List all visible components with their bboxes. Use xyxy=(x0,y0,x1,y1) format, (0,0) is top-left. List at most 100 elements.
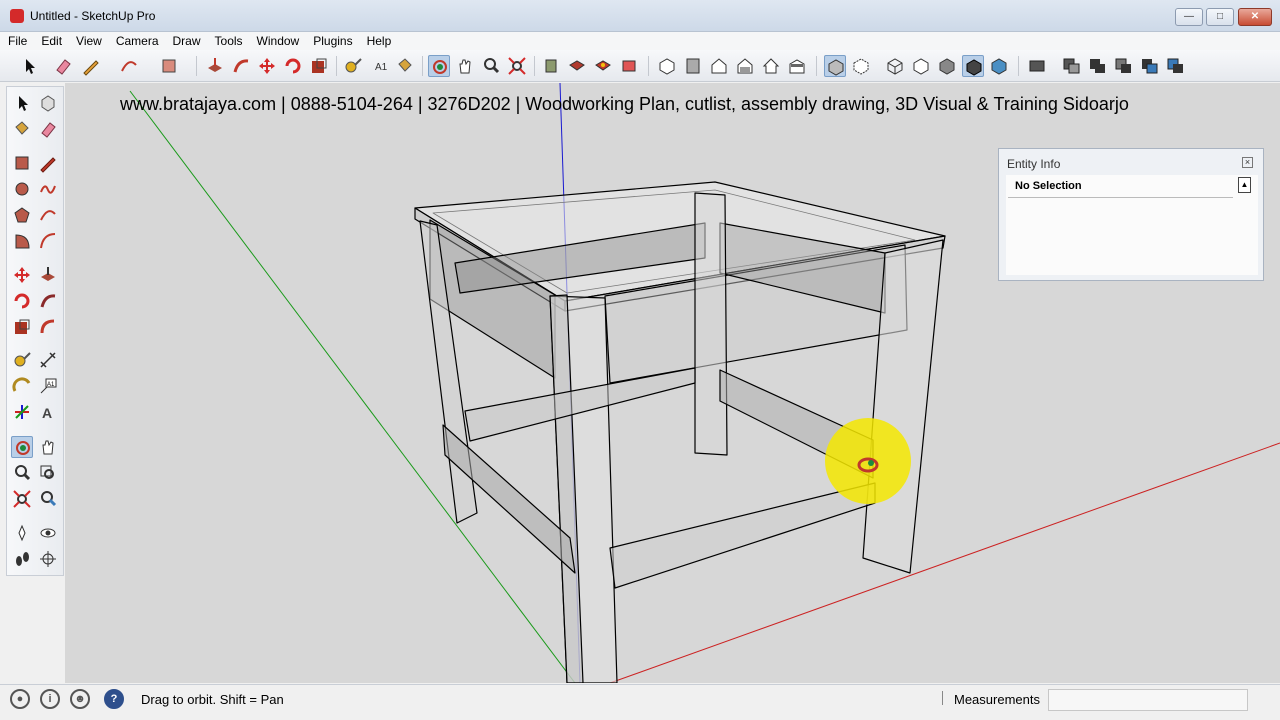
text-tool-icon[interactable]: A1 xyxy=(368,55,390,77)
solid-outer-shell-icon[interactable] xyxy=(1026,55,1048,77)
tape-measure-tool-icon[interactable] xyxy=(11,349,33,371)
polygon-tool-icon[interactable] xyxy=(11,204,33,226)
rectangle-tool-icon[interactable] xyxy=(158,55,180,77)
pie-tool-icon[interactable] xyxy=(11,230,33,252)
menu-file[interactable]: File xyxy=(0,32,33,49)
axes-tool-icon[interactable] xyxy=(11,401,33,423)
arc-3pt-tool-icon[interactable] xyxy=(37,230,59,252)
arc-tool-icon[interactable] xyxy=(37,204,59,226)
zoom-tool-icon[interactable] xyxy=(480,55,502,77)
tape-measure-tool-icon[interactable] xyxy=(342,55,364,77)
paint-bucket-tool-icon[interactable] xyxy=(11,118,33,140)
solid-split-icon[interactable] xyxy=(1164,55,1186,77)
push-pull-tool-icon[interactable] xyxy=(37,264,59,286)
zoom-tool-icon[interactable] xyxy=(11,462,33,484)
menu-draw[interactable]: Draw xyxy=(165,32,207,49)
menu-tools[interactable]: Tools xyxy=(207,32,249,49)
solid-intersect-icon[interactable] xyxy=(1060,55,1082,77)
zoom-extents-tool-icon[interactable] xyxy=(11,488,33,510)
rotate-tool-icon[interactable] xyxy=(282,55,304,77)
make-component-icon[interactable] xyxy=(37,92,59,114)
minimize-button[interactable]: — xyxy=(1175,8,1203,26)
styles-tool-icon[interactable] xyxy=(592,55,614,77)
solid-union-icon[interactable] xyxy=(1086,55,1108,77)
dimension-tool-icon[interactable] xyxy=(37,349,59,371)
follow-me-tool-icon[interactable] xyxy=(37,290,59,312)
cursor-highlight xyxy=(825,418,911,504)
walk-tool-icon[interactable] xyxy=(11,548,33,570)
front-view-icon[interactable] xyxy=(708,55,730,77)
solid-trim-icon[interactable] xyxy=(1138,55,1160,77)
monochrome-style-icon[interactable] xyxy=(988,55,1010,77)
orbit-tool-icon[interactable] xyxy=(428,55,450,77)
top-view-icon[interactable] xyxy=(682,55,704,77)
follow-me-tool-icon[interactable] xyxy=(230,55,252,77)
section-plane-icon[interactable] xyxy=(37,548,59,570)
select-tool-icon[interactable] xyxy=(11,92,33,114)
freehand-tool-icon[interactable] xyxy=(37,178,59,200)
scale-tool-icon[interactable] xyxy=(308,55,330,77)
paint-bucket-tool-icon[interactable] xyxy=(394,55,416,77)
menu-plugins[interactable]: Plugins xyxy=(305,32,358,49)
status-divider xyxy=(942,691,943,705)
entity-info-body: No Selection xyxy=(1006,175,1258,275)
menu-camera[interactable]: Camera xyxy=(108,32,165,49)
close-panel-icon[interactable]: × xyxy=(1242,157,1253,168)
zoom-window-tool-icon[interactable] xyxy=(37,462,59,484)
offset-tool-icon[interactable] xyxy=(37,316,59,338)
rectangle-tool-icon[interactable] xyxy=(11,152,33,174)
measurements-input[interactable] xyxy=(1048,689,1248,711)
solid-subtract-icon[interactable] xyxy=(1112,55,1134,77)
protractor-tool-icon[interactable] xyxy=(11,375,33,397)
move-tool-icon[interactable] xyxy=(256,55,278,77)
zoom-extents-tool-icon[interactable] xyxy=(506,55,528,77)
back-view-icon[interactable] xyxy=(760,55,782,77)
line-tool-icon[interactable] xyxy=(37,152,59,174)
geo-location-icon[interactable]: ● xyxy=(10,689,30,709)
left-view-icon[interactable] xyxy=(786,55,808,77)
wireframe-style-icon[interactable] xyxy=(884,55,906,77)
select-tool-icon[interactable] xyxy=(18,55,40,77)
menu-edit[interactable]: Edit xyxy=(33,32,68,49)
section-tool-icon[interactable] xyxy=(618,55,640,77)
svg-text:A1: A1 xyxy=(47,382,55,388)
eraser-tool-icon[interactable] xyxy=(37,118,59,140)
arc-tool-icon[interactable] xyxy=(118,55,140,77)
scale-tool-icon[interactable] xyxy=(11,316,33,338)
red-axis xyxy=(609,442,1280,683)
credits-icon[interactable]: i xyxy=(40,689,60,709)
text-tool-icon[interactable]: A1 xyxy=(37,375,59,397)
right-view-icon[interactable] xyxy=(734,55,756,77)
selection-status: No Selection xyxy=(1015,180,1082,192)
look-around-icon[interactable] xyxy=(37,522,59,544)
divider xyxy=(1008,197,1233,198)
previous-view-icon[interactable] xyxy=(37,488,59,510)
position-camera-icon[interactable] xyxy=(11,522,33,544)
shaded-textures-style-icon[interactable] xyxy=(962,55,984,77)
push-pull-tool-icon[interactable] xyxy=(204,55,226,77)
back-edges-style-icon[interactable] xyxy=(850,55,872,77)
help-icon[interactable]: ? xyxy=(104,689,124,709)
iso-view-icon[interactable] xyxy=(656,55,678,77)
menu-help[interactable]: Help xyxy=(359,32,398,49)
close-button[interactable]: ✕ xyxy=(1238,8,1272,26)
menu-view[interactable]: View xyxy=(68,32,108,49)
materials-tool-icon[interactable] xyxy=(566,55,588,77)
hidden-line-style-icon[interactable] xyxy=(910,55,932,77)
orbit-tool-icon[interactable] xyxy=(11,436,33,458)
pan-tool-icon[interactable] xyxy=(454,55,476,77)
expand-panel-icon[interactable]: ▲ xyxy=(1238,177,1251,193)
pencil-tool-icon[interactable] xyxy=(80,55,102,77)
xray-style-icon[interactable] xyxy=(824,55,846,77)
eraser-tool-icon[interactable] xyxy=(52,55,74,77)
pan-tool-icon[interactable] xyxy=(37,436,59,458)
menu-window[interactable]: Window xyxy=(249,32,306,49)
move-tool-icon[interactable] xyxy=(11,264,33,286)
maximize-button[interactable]: □ xyxy=(1206,8,1234,26)
components-tool-icon[interactable] xyxy=(540,55,562,77)
circle-tool-icon[interactable] xyxy=(11,178,33,200)
user-account-icon[interactable]: ☻ xyxy=(70,689,90,709)
rotate-tool-icon[interactable] xyxy=(11,290,33,312)
3d-text-tool-icon[interactable]: A xyxy=(37,401,59,423)
shaded-style-icon[interactable] xyxy=(936,55,958,77)
